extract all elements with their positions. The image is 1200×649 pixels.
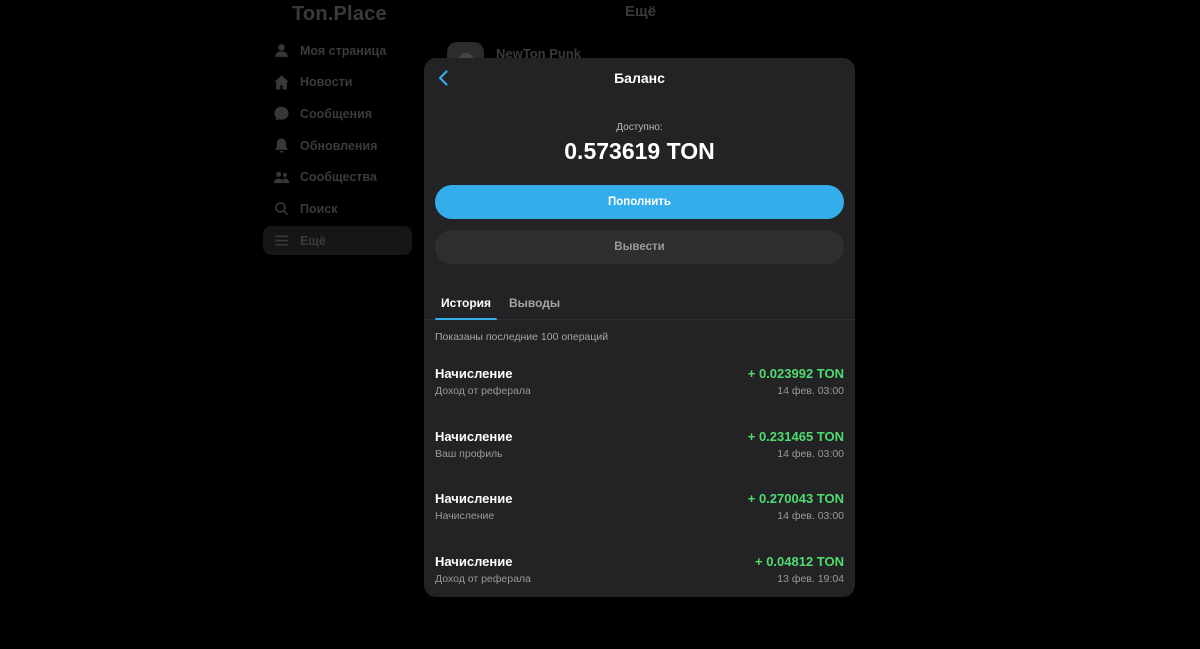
transaction-date: 14 фев. 03:00 (777, 447, 844, 460)
transaction-list: Начисление Доход от реферала + 0.023992 … (435, 366, 844, 597)
transaction-title: Начисление (435, 491, 513, 506)
transaction-row[interactable]: Начисление Доход от реферала + 0.023992 … (435, 366, 844, 429)
sidebar-item-more[interactable]: Ещё (263, 226, 412, 256)
transaction-date: 14 фев. 03:00 (777, 510, 844, 522)
transaction-row[interactable]: Начисление Ваш профиль + 0.231465 TON 14… (435, 429, 844, 492)
sidebar-item-search[interactable]: Поиск (263, 194, 412, 223)
transaction-amount: + 0.023992 TON (747, 366, 844, 381)
sidebar-item-label: Сообщения (300, 106, 373, 121)
modal-header: Баланс (424, 58, 855, 98)
sidebar-item-my-page[interactable]: Моя страница (263, 36, 412, 65)
transaction-title: Начисление (435, 428, 513, 444)
modal-title: Баланс (614, 70, 665, 86)
available-label: Доступно: (616, 122, 663, 133)
balance-amount: 0.573619 TON (564, 138, 715, 164)
transaction-date: 14 фев. 03:00 (777, 385, 844, 397)
home-icon (272, 73, 290, 91)
transaction-amount: + 0.270043 TON (747, 491, 844, 506)
transaction-subtitle: Начисление (435, 510, 495, 522)
topup-button[interactable]: Пополнить (435, 185, 844, 219)
sidebar: Моя страница Новости Сообщения Обновлени… (263, 36, 412, 258)
sidebar-item-label: Ещё (300, 233, 326, 248)
page-title: Ещё (625, 3, 657, 20)
transaction-date: 13 фев. 19:04 (777, 572, 844, 585)
balance-modal: Баланс Доступно: 0.573619 TON Пополнить … (424, 58, 855, 597)
sidebar-item-messages[interactable]: Сообщения (263, 99, 412, 128)
tab-withdrawals[interactable]: Выводы (509, 296, 560, 310)
history-notice: Показаны последние 100 операций (435, 331, 609, 343)
transaction-row[interactable]: Начисление Начисление + 0.270043 TON 14 … (435, 491, 844, 554)
sidebar-item-label: Сообщества (300, 170, 377, 185)
transaction-subtitle: Доход от реферала (435, 385, 531, 397)
community-icon (272, 168, 290, 186)
transaction-row[interactable]: Начисление Доход от реферала + 0.04812 T… (435, 554, 844, 598)
tab-history[interactable]: История (434, 296, 498, 320)
transaction-amount: + 0.04812 TON (754, 553, 844, 569)
sidebar-item-label: Моя страница (300, 43, 387, 58)
sidebar-item-label: Поиск (300, 201, 338, 216)
sidebar-item-updates[interactable]: Обновления (263, 131, 412, 160)
sidebar-item-label: Новости (300, 75, 353, 90)
bell-icon (272, 137, 290, 155)
transaction-title: Начисление (435, 553, 513, 569)
sidebar-item-news[interactable]: Новости (263, 68, 412, 97)
tabs: История Выводы (424, 288, 855, 320)
transaction-subtitle: Доход от реферала (435, 572, 531, 585)
app-logo[interactable]: Ton.Place (292, 3, 387, 26)
menu-icon (272, 232, 290, 250)
user-icon (272, 42, 290, 60)
sidebar-item-label: Обновления (300, 138, 378, 153)
chat-icon (272, 105, 290, 123)
transaction-title: Начисление (435, 366, 513, 381)
search-icon (272, 200, 290, 218)
transaction-amount: + 0.231465 TON (747, 428, 844, 444)
withdraw-button[interactable]: Вывести (435, 230, 844, 264)
transaction-subtitle: Ваш профиль (435, 447, 503, 460)
sidebar-item-communities[interactable]: Сообщества (263, 163, 412, 192)
